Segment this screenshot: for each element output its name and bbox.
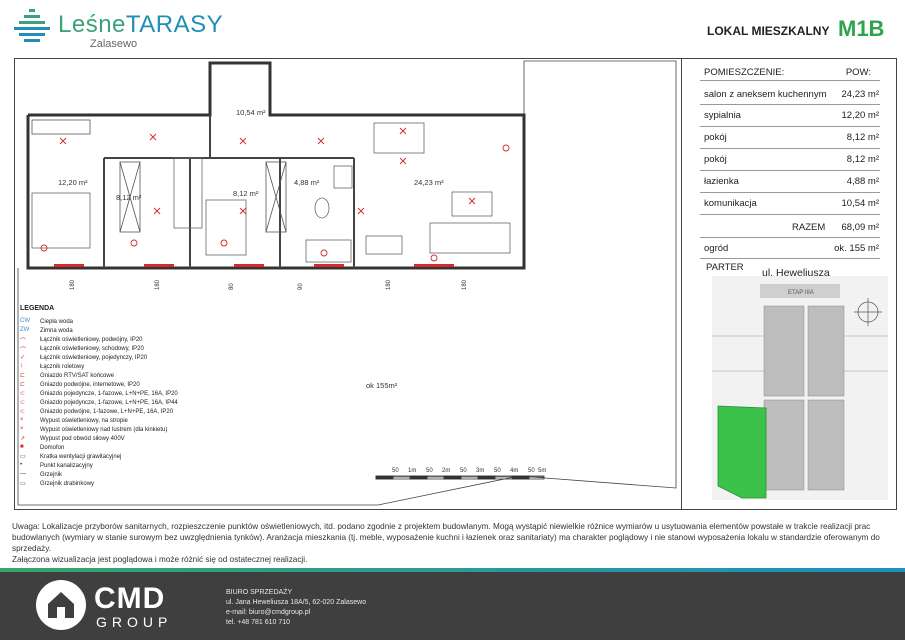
office-title: BIURO SPRZEDAŻY	[226, 589, 293, 596]
scale-label: 50	[426, 468, 433, 474]
brand-part2: TARASY	[125, 11, 224, 38]
legend-item: ⌒ Łącznik oświetleniowy, schodowy, IP20	[20, 346, 144, 354]
scale-label: 1m	[408, 468, 416, 474]
sales-office: BIURO SPRZEDAŻY ul. Jana Heweliusza 18A/…	[226, 588, 366, 628]
table-row: sypialnia 12,20 m²	[704, 110, 879, 121]
room-label-pokoj-2: 8,12 m²	[233, 189, 259, 198]
scale-bar	[375, 475, 545, 480]
office-phone[interactable]: tel. +48 781 610 710	[226, 618, 366, 628]
cmd-brand-sub: GROUP	[96, 614, 173, 630]
door-dim-2: 180	[155, 279, 161, 290]
scale-label: 50	[392, 468, 399, 474]
scale-label: 50	[460, 468, 467, 474]
brand-part1: Leśne	[58, 11, 126, 38]
legend-item: ⊏ Gniazdo RTV/SAT końcowe	[20, 373, 115, 379]
wardrobes	[31, 119, 287, 233]
sheet-divider	[681, 58, 682, 510]
room-label-sypialnia: 12,20 m²	[58, 178, 88, 187]
brand-logo: LeśneTARASY	[58, 11, 223, 39]
scale-labels: 50 1m 50 2m 50 3m 50 4m 50 5m	[392, 468, 546, 474]
footer: CMD GROUP BIURO SPRZEDAŻY ul. Jana Hewel…	[0, 572, 905, 640]
table-row: pokój 8,12 m²	[704, 132, 879, 143]
disclaimer-text: Uwaga: Lokalizacje przyborów sanitarnych…	[12, 522, 880, 553]
etap-label: ETAP IIIA	[788, 290, 814, 296]
lokal-code: M1B	[838, 16, 885, 41]
scale-label: 50	[494, 468, 501, 474]
room-label-komunikacja: 10,54 m²	[236, 108, 266, 117]
legend-item: × Wypust oświetleniowy nad lustrem (dla k…	[20, 426, 168, 433]
door-dim-1: 180	[70, 279, 76, 290]
legend-item: ⊂ Gniazdo pojedyncze, 1-fazowe, L+N+PE, 1…	[20, 400, 178, 406]
door-dim-3: 80	[229, 283, 235, 290]
table-row: salon z aneksem kuchennym 24,23 m²	[704, 89, 879, 100]
legend-item: CW Ciepła woda	[20, 318, 74, 325]
door-dimensions: 180 180 80 90 180 180	[70, 279, 468, 290]
door-dim-4: 90	[298, 283, 304, 290]
office-email[interactable]: e-mail: biuro@cmdgroup.pl	[226, 608, 366, 618]
office-address: ul. Jana Heweliusza 18A/5, 62-020 Zalase…	[226, 599, 367, 606]
legend-item: — Grzejnik	[20, 471, 63, 478]
col-room-header: POMIESZCZENIE:	[704, 67, 785, 78]
table-divider	[700, 80, 880, 81]
table-row: pokój 8,12 m²	[704, 154, 879, 165]
room-label-pokoj-1: 8,12 m²	[116, 193, 142, 202]
scale-label: 50	[528, 468, 535, 474]
table-divider	[700, 214, 880, 215]
door-dim-5: 180	[386, 279, 392, 290]
legend: LEGENDA CW Ciepła woda ZW Zimna woda ⌒ Łącz…	[20, 305, 220, 489]
lokal-label: LOKAL MIESZKALNY	[707, 24, 830, 38]
legend-item: ⌒ Łącznik oświetleniowy, podwójny, IP20	[20, 337, 143, 345]
brand-subtitle: Zalasewo	[90, 38, 138, 50]
table-divider	[700, 258, 880, 259]
garden-highlight	[717, 405, 767, 499]
legend-item: ↗ Wypust pod obwód siłowy 400V	[20, 436, 125, 442]
table-total-row: RAZEM 68,09 m²	[792, 222, 879, 233]
legend-item: ⊏ Gniazdo podwójne, internetowe, IP20	[20, 382, 140, 388]
outer-walls	[26, 61, 526, 270]
scale-label: 2m	[442, 468, 450, 474]
legend-item: ✓ Łącznik oświetleniowy, pojedynczy, IP20	[20, 355, 148, 361]
table-row: łazienka 4,88 m²	[704, 176, 879, 187]
room-label-salon: 24,23 m²	[414, 178, 444, 187]
legend-item: ⊂ Gniazdo pojedyncze, 1-fazowe, L+N+PE, 1…	[20, 391, 178, 397]
floor-label: PARTER	[706, 262, 744, 273]
legend-item: ▭ Grzejnik drabinkowy	[20, 481, 95, 487]
legend-item: ↕ Łącznik roletowy	[20, 363, 85, 370]
legend-item: ▭ Kratka wentylacji grawitacyjnej	[20, 454, 122, 460]
legend-item: • Punkt kanalizacyjny	[20, 462, 93, 469]
table-garden-row: ogród ok. 155 m²	[704, 243, 879, 254]
disclaimer-note: Uwaga: Lokalizacje przyborów sanitarnych…	[12, 521, 892, 565]
table-header: POMIESZCZENIE: POW:	[682, 62, 895, 82]
door-dim-6: 180	[462, 279, 468, 290]
legend-item: × Wypust oświetleniowy, na stropie	[20, 417, 128, 424]
room-label-lazienka: 4,88 m²	[294, 178, 320, 187]
site-plan: ETAP IIIA	[712, 276, 888, 500]
scale-label: 3m	[476, 468, 484, 474]
legend-item: ⊂ Gniazdo podwójne, 1-fazowe, L+N+PE, 16A…	[20, 409, 174, 415]
header: LeśneTARASY Zalasewo LOKAL MIESZKALNY M1…	[0, 0, 905, 58]
legend-item: ZW Zimna woda	[20, 327, 73, 334]
disclaimer-text-2: Załączona wizualizacja jest poglądowa i …	[12, 555, 308, 564]
legend-item: ■ Domofon	[20, 444, 65, 451]
garden-area-label: ok 155m²	[366, 381, 398, 390]
table-row: komunikacja 10,54 m²	[704, 198, 879, 209]
scale-label: 5m	[538, 468, 546, 474]
col-area-header: POW:	[845, 67, 871, 78]
cmd-logo: CMD GROUP	[36, 580, 226, 634]
cmd-circle-icon	[36, 580, 86, 630]
cmd-brand: CMD	[94, 582, 166, 615]
inner-walls	[103, 115, 355, 268]
scale-label: 4m	[510, 468, 518, 474]
legend-title: LEGENDA	[20, 305, 55, 312]
tree-logo-icon	[14, 9, 50, 42]
